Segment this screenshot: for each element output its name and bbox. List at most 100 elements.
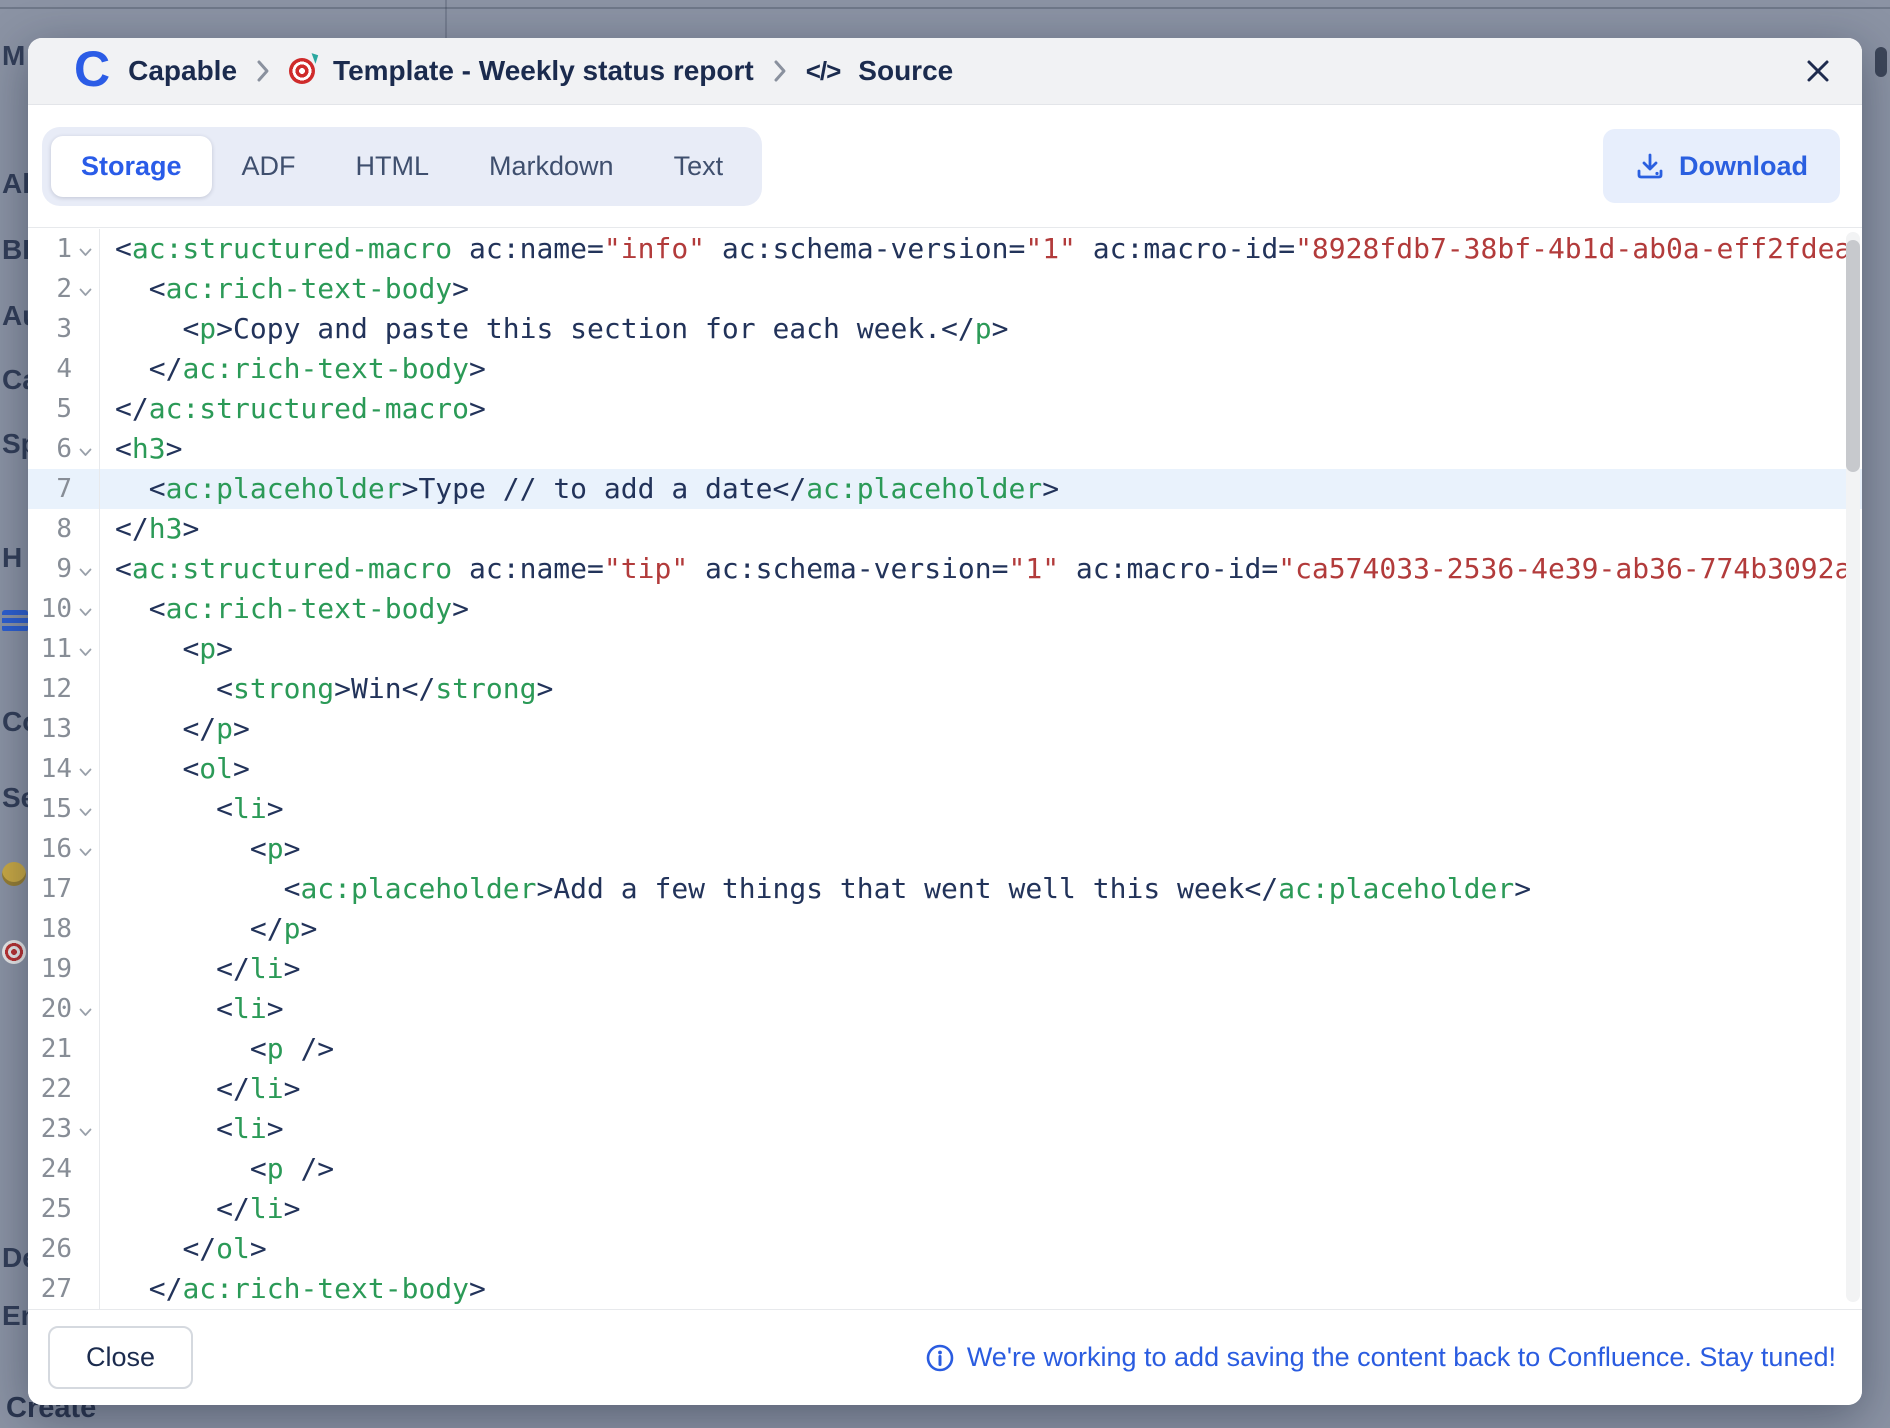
tab-adf[interactable]: ADF	[212, 136, 326, 197]
line-number: 19	[28, 954, 72, 984]
breadcrumb-app[interactable]: Capable	[128, 55, 237, 87]
fold-spacer	[72, 1286, 99, 1293]
fold-chevron-icon[interactable]	[72, 801, 99, 817]
code-line-content[interactable]: </li>	[100, 949, 1862, 989]
line-number: 16	[28, 834, 72, 864]
code-lines: 1 <ac:structured-macro ac:name="info" ac:…	[28, 228, 1862, 1309]
fold-spacer	[72, 1166, 99, 1173]
line-number: 27	[28, 1274, 72, 1304]
line-number: 6	[28, 434, 72, 464]
fold-chevron-icon[interactable]	[72, 601, 99, 617]
code-line-content[interactable]: <ol>	[100, 749, 1862, 789]
code-line-content[interactable]: <li>	[100, 989, 1862, 1029]
line-number: 9	[28, 554, 72, 584]
save-notice: We're working to add saving the content …	[925, 1342, 1836, 1373]
gutter: 16	[28, 829, 100, 869]
code-line-content[interactable]: <ac:placeholder>Add a few things that we…	[100, 869, 1862, 909]
fold-spacer	[72, 726, 99, 733]
fold-chevron-icon[interactable]	[72, 1121, 99, 1137]
tab-html[interactable]: HTML	[326, 136, 460, 197]
fold-chevron-icon[interactable]	[72, 841, 99, 857]
source-modal: C Capable Template - Weekly status repor…	[28, 38, 1862, 1405]
line-number: 20	[28, 994, 72, 1024]
code-line-content[interactable]: </li>	[100, 1189, 1862, 1229]
code-line-content[interactable]: <h3>	[100, 429, 1862, 469]
code-line: 9 <ac:structured-macro ac:name="tip" ac:s…	[28, 549, 1862, 589]
fold-chevron-icon[interactable]	[72, 561, 99, 577]
gutter: 3	[28, 309, 100, 349]
code-line-content[interactable]: <p>Copy and paste this section for each …	[100, 309, 1862, 349]
tab-text[interactable]: Text	[644, 136, 754, 197]
code-line-content[interactable]: <li>	[100, 1109, 1862, 1149]
code-line-content[interactable]: <ac:structured-macro ac:name="info" ac:s…	[100, 229, 1862, 269]
tab-storage[interactable]: Storage	[51, 136, 212, 197]
fold-chevron-icon[interactable]	[72, 441, 99, 457]
code-line-content[interactable]: <ac:rich-text-body>	[100, 269, 1862, 309]
code-line-content[interactable]: </p>	[100, 709, 1862, 749]
capable-logo: C	[74, 44, 110, 94]
code-line-content[interactable]: </li>	[100, 1069, 1862, 1109]
code-line-content[interactable]: <ac:structured-macro ac:name="tip" ac:sc…	[100, 549, 1862, 589]
target-emoji-icon	[289, 58, 315, 84]
tab-markdown[interactable]: Markdown	[459, 136, 644, 197]
background-icon-emoji-yellow	[2, 862, 26, 886]
gutter: 22	[28, 1069, 100, 1109]
fold-chevron-icon[interactable]	[72, 241, 99, 257]
background-sidebar: Create MAlBIAuCaSpHCoSeDeEn	[0, 0, 30, 1428]
code-line: 27 </ac:rich-text-body>	[28, 1269, 1862, 1309]
code-line: 19 </li>	[28, 949, 1862, 989]
code-line-content[interactable]: </ac:rich-text-body>	[100, 1269, 1862, 1309]
line-number: 11	[28, 634, 72, 664]
info-icon	[925, 1343, 955, 1373]
code-line: 11 <p>	[28, 629, 1862, 669]
line-number: 14	[28, 754, 72, 784]
fold-chevron-icon[interactable]	[72, 1001, 99, 1017]
background-text-fragment: M	[2, 40, 25, 72]
code-line-content[interactable]: <p>	[100, 829, 1862, 869]
fold-spacer	[72, 1086, 99, 1093]
fold-chevron-icon[interactable]	[72, 281, 99, 297]
code-line-content[interactable]: <p />	[100, 1029, 1862, 1069]
breadcrumb: Capable Template - Weekly status report …	[128, 55, 1798, 87]
code-line-content[interactable]: </ac:rich-text-body>	[100, 349, 1862, 389]
code-line-content[interactable]: </ol>	[100, 1229, 1862, 1269]
line-number: 17	[28, 874, 72, 904]
modal-footer: Close We're working to add saving the co…	[28, 1309, 1862, 1405]
code-line: 5</ac:structured-macro>	[28, 389, 1862, 429]
code-line-content[interactable]: <p />	[100, 1149, 1862, 1189]
code-line-content[interactable]: </h3>	[100, 509, 1862, 549]
code-line: 13 </p>	[28, 709, 1862, 749]
code-line-content[interactable]: </ac:structured-macro>	[100, 389, 1862, 429]
fold-chevron-icon[interactable]	[72, 761, 99, 777]
page-scrollbar-thumb[interactable]	[1875, 47, 1887, 77]
breadcrumb-source: Source	[858, 55, 953, 87]
line-number: 1	[28, 234, 72, 264]
tab-bar: Storage ADF HTML Markdown Text Download	[28, 105, 1862, 227]
fold-chevron-icon[interactable]	[72, 641, 99, 657]
gutter: 21	[28, 1029, 100, 1069]
scrollbar-thumb[interactable]	[1846, 240, 1860, 472]
close-icon[interactable]	[1798, 51, 1838, 91]
code-line-content[interactable]: <ac:rich-text-body>	[100, 589, 1862, 629]
line-number: 15	[28, 794, 72, 824]
download-button[interactable]: Download	[1603, 129, 1840, 203]
chevron-right-icon	[772, 58, 788, 84]
code-line-content[interactable]: <strong>Win</strong>	[100, 669, 1862, 709]
scrollbar-track[interactable]	[1846, 232, 1860, 1302]
close-button[interactable]: Close	[48, 1326, 193, 1389]
background-sidebar-edge	[445, 0, 447, 38]
code-line-content[interactable]: <p>	[100, 629, 1862, 669]
code-line-content[interactable]: <li>	[100, 789, 1862, 829]
gutter: 24	[28, 1149, 100, 1189]
breadcrumb-template[interactable]: Template - Weekly status report	[333, 55, 754, 87]
download-icon	[1635, 151, 1665, 181]
code-line: 23 <li>	[28, 1109, 1862, 1149]
code-line-content[interactable]: </p>	[100, 909, 1862, 949]
fold-spacer	[72, 1246, 99, 1253]
chevron-right-icon	[255, 58, 271, 84]
line-number: 25	[28, 1194, 72, 1224]
gutter: 27	[28, 1269, 100, 1309]
code-editor: 1 <ac:structured-macro ac:name="info" ac:…	[28, 227, 1862, 1309]
code-line-content[interactable]: <ac:placeholder>Type // to add a date</a…	[100, 469, 1862, 509]
code-line: 16 <p>	[28, 829, 1862, 869]
